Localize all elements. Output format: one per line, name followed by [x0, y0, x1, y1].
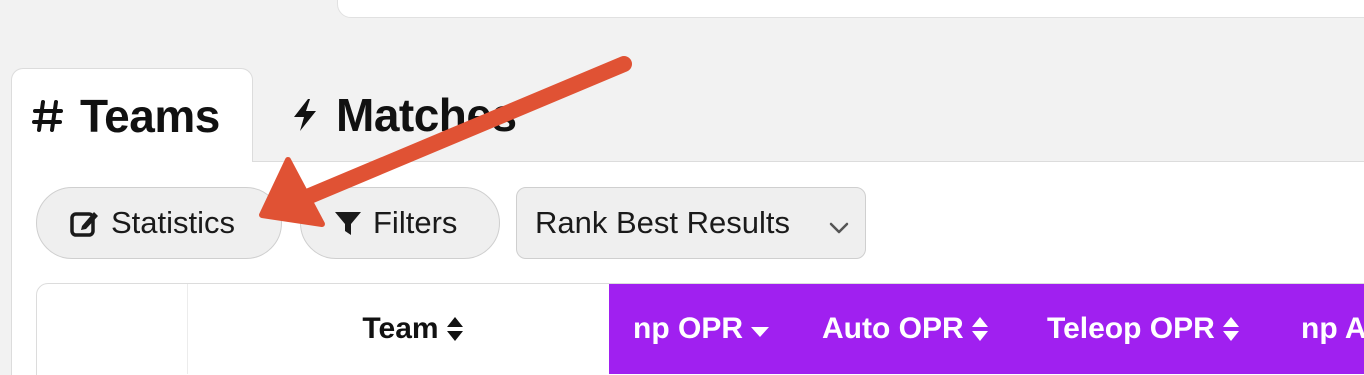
tab-bar: Teams Matches [0, 68, 1364, 163]
column-header-auto-opr-label: Auto OPR [822, 312, 964, 345]
column-header-team-label: Team [362, 312, 439, 345]
column-header-np-a-label: np A [1301, 312, 1364, 345]
sort-icon [445, 315, 465, 343]
tab-teams[interactable]: Teams [11, 68, 253, 163]
tab-matches-label: Matches [336, 89, 517, 141]
rank-select-value: Rank Best Results [535, 205, 790, 240]
tab-teams-label: Teams [80, 90, 220, 142]
sort-icon [970, 315, 990, 343]
rank-select[interactable]: Rank Best Results [516, 187, 866, 259]
chevron-down-icon [827, 212, 851, 248]
column-header-teleop-opr-label: Teleop OPR [1047, 312, 1215, 345]
filter-icon [333, 208, 363, 238]
column-header-np-opr[interactable]: np OPR [633, 284, 771, 374]
sort-icon [1221, 315, 1241, 343]
edit-icon [69, 207, 101, 239]
teams-table: Team np OPR Auto OPR Teleop OPR np A [36, 283, 1364, 375]
tab-matches[interactable]: Matches [290, 68, 517, 162]
sort-desc-icon [749, 315, 771, 343]
column-header-auto-opr[interactable]: Auto OPR [822, 284, 990, 374]
statistics-label: Statistics [111, 205, 236, 240]
column-header-rank [37, 284, 188, 374]
bolt-icon [290, 97, 320, 133]
column-header-teleop-opr[interactable]: Teleop OPR [1047, 284, 1241, 374]
column-header-np-a[interactable]: np A [1301, 284, 1364, 374]
filters-label: Filters [373, 205, 458, 240]
column-header-np-opr-label: np OPR [633, 312, 743, 345]
hash-icon [32, 98, 64, 134]
statistics-button[interactable]: Statistics [36, 187, 282, 259]
column-header-team[interactable]: Team [188, 284, 609, 374]
filters-button[interactable]: Filters [300, 187, 500, 259]
top-card [337, 0, 1364, 18]
